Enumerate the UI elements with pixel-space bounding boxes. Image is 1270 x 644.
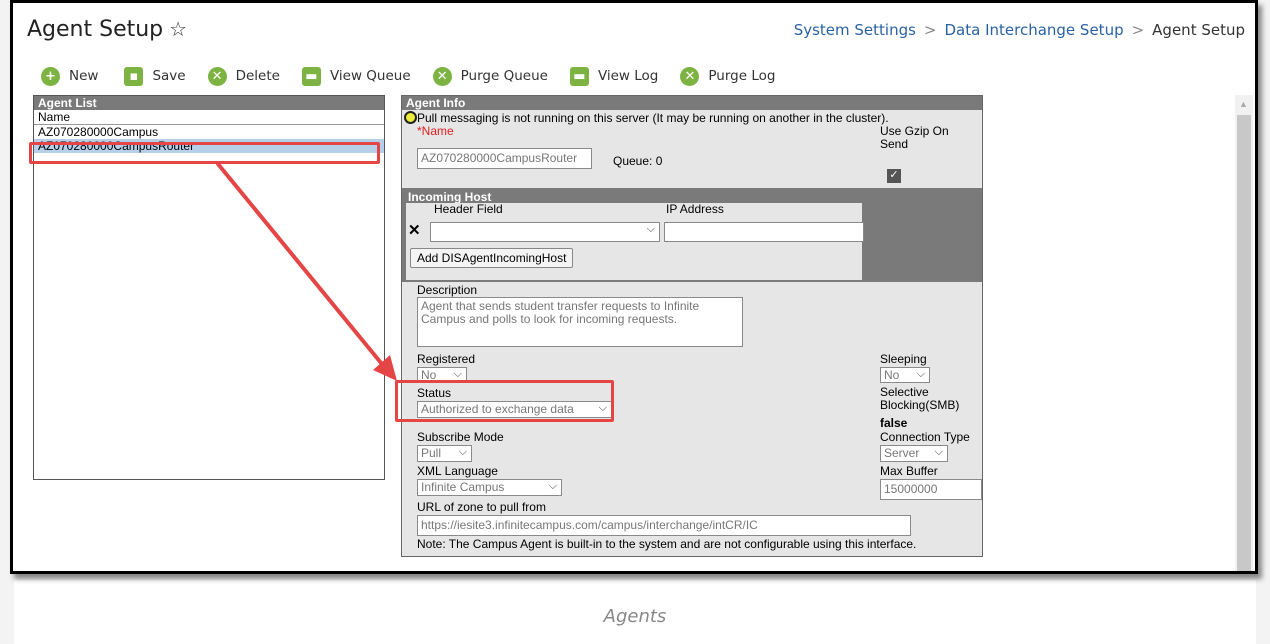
description-label: Description	[417, 283, 478, 297]
gzip-label: Use Gzip On Send	[880, 124, 949, 151]
view-log-button[interactable]: ▬ View Log	[569, 66, 659, 86]
printer-icon: ▬	[301, 66, 321, 86]
column-header-name[interactable]: Name	[34, 110, 384, 125]
name-label: *Name	[417, 125, 454, 138]
gzip-checkbox[interactable]: ✓	[887, 169, 901, 183]
floppy-icon: ▪	[124, 66, 144, 86]
purge-queue-button[interactable]: ✕ Purge Queue	[432, 66, 548, 86]
description-textarea[interactable]: Agent that sends student transfer reques…	[417, 297, 743, 347]
toolbar: + New ▪ Save ✕ Delete ▬ View Queue ✕ Purge Qu…	[41, 65, 797, 87]
pull-status-message: Pull messaging is not running on this se…	[404, 111, 964, 125]
delete-label: Delete	[235, 68, 280, 84]
name-input[interactable]: AZ070280000CampusRouter	[417, 148, 592, 169]
new-label: New	[69, 68, 99, 84]
highlight-box-selected-agent	[29, 142, 380, 164]
agent-info-panel: Agent Info Pull messaging is not running…	[401, 95, 983, 557]
smb-label: Selective Blocking(SMB)	[880, 385, 960, 412]
xml-language-label: XML Language	[417, 464, 498, 478]
chevron-down-icon: ⌵	[458, 446, 467, 458]
purge-queue-label: Purge Queue	[460, 68, 548, 84]
breadcrumb-separator-icon: >	[923, 21, 937, 39]
view-queue-button[interactable]: ▬ View Queue	[301, 66, 411, 86]
plus-icon: +	[41, 66, 60, 86]
screenshot-frame: Agent Setup ☆ System Settings > Data Interc…	[10, 0, 1258, 574]
max-buffer-label: Max Buffer	[880, 464, 938, 478]
subscribe-mode-label: Subscribe Mode	[417, 430, 504, 444]
subscribe-mode-value: Pull	[421, 446, 442, 460]
registered-label: Registered	[417, 352, 476, 366]
subscribe-mode-select[interactable]: Pull ⌵	[417, 445, 472, 462]
url-input[interactable]: https://iesite3.infinitecampus.com/campu…	[417, 515, 911, 536]
favorite-star-icon[interactable]: ☆	[169, 17, 187, 41]
view-queue-label: View Queue	[329, 68, 411, 84]
incoming-host-table: Header Field IP Address ✕ ⌵ Add DISAgent…	[406, 202, 864, 280]
sleeping-select[interactable]: No ⌵	[880, 367, 930, 383]
connection-type-label: Connection Type	[880, 430, 970, 444]
save-label: Save	[152, 68, 186, 84]
breadcrumb-separator-icon: >	[1131, 21, 1145, 39]
page-title: Agent Setup ☆	[27, 17, 187, 42]
campus-agent-note: Note: The Campus Agent is built-in to th…	[417, 537, 917, 551]
chevron-down-icon: ⌵	[548, 480, 557, 492]
purge-log-label: Purge Log	[708, 68, 776, 84]
view-log-label: View Log	[597, 68, 659, 84]
xml-language-value: Infinite Campus	[421, 480, 505, 494]
agent-list-header: Agent List	[34, 96, 384, 110]
header-field-select[interactable]: ⌵	[430, 222, 660, 242]
name-label-text: Name	[421, 124, 454, 138]
figure-caption: Agents	[603, 606, 667, 627]
breadcrumb-system-settings[interactable]: System Settings	[794, 21, 916, 39]
max-buffer-input[interactable]: 15000000	[880, 479, 982, 500]
printer-icon: ▬	[569, 66, 589, 86]
delete-icon: ✕	[207, 66, 227, 86]
new-button[interactable]: + New	[41, 66, 99, 86]
ip-address-column: IP Address	[666, 202, 724, 216]
page-header: Agent Setup ☆ System Settings > Data Interc…	[13, 3, 1255, 55]
queue-count: Queue: 0	[613, 154, 663, 168]
breadcrumb: System Settings > Data Interchange Setup > A…	[794, 21, 1245, 39]
header-field-column: Header Field	[434, 202, 503, 216]
connection-type-select[interactable]: Server ⌵	[880, 445, 948, 462]
pull-status-text: Pull messaging is not running on this se…	[417, 111, 889, 125]
purge-icon: ✕	[680, 66, 700, 86]
connection-type-value: Server	[884, 446, 920, 460]
purge-log-button[interactable]: ✕ Purge Log	[680, 66, 776, 86]
url-label: URL of zone to pull from	[417, 500, 546, 514]
breadcrumb-data-interchange[interactable]: Data Interchange Setup	[945, 21, 1124, 39]
xml-language-select[interactable]: Infinite Campus ⌵	[417, 479, 562, 496]
list-item[interactable]: AZ070280000Campus	[34, 125, 384, 139]
breadcrumb-current: Agent Setup	[1152, 21, 1245, 39]
delete-button[interactable]: ✕ Delete	[207, 66, 280, 86]
chevron-down-icon: ⌵	[934, 446, 943, 458]
smb-value: false	[880, 416, 908, 430]
page-title-text: Agent Setup	[27, 17, 164, 42]
highlight-box-status	[395, 380, 614, 422]
status-indicator-icon	[404, 111, 417, 124]
remove-row-icon[interactable]: ✕	[408, 221, 421, 239]
ip-address-input[interactable]	[664, 222, 864, 242]
purge-icon: ✕	[432, 66, 452, 86]
chevron-down-icon: ⌵	[916, 368, 925, 380]
incoming-host-section: Incoming Host Header Field IP Address ✕ …	[402, 188, 982, 282]
sleeping-label: Sleeping	[880, 352, 927, 366]
agent-info-header: Agent Info	[402, 96, 982, 110]
sleeping-value: No	[884, 368, 900, 382]
scroll-up-icon[interactable]: ▲	[1239, 99, 1248, 109]
chevron-down-icon: ⌵	[646, 223, 655, 235]
vertical-scrollbar[interactable]: ▲	[1235, 95, 1253, 571]
scrollbar-thumb[interactable]	[1237, 115, 1251, 571]
save-button[interactable]: ▪ Save	[124, 66, 186, 86]
add-incoming-host-button[interactable]: Add DISAgentIncomingHost	[410, 248, 574, 268]
